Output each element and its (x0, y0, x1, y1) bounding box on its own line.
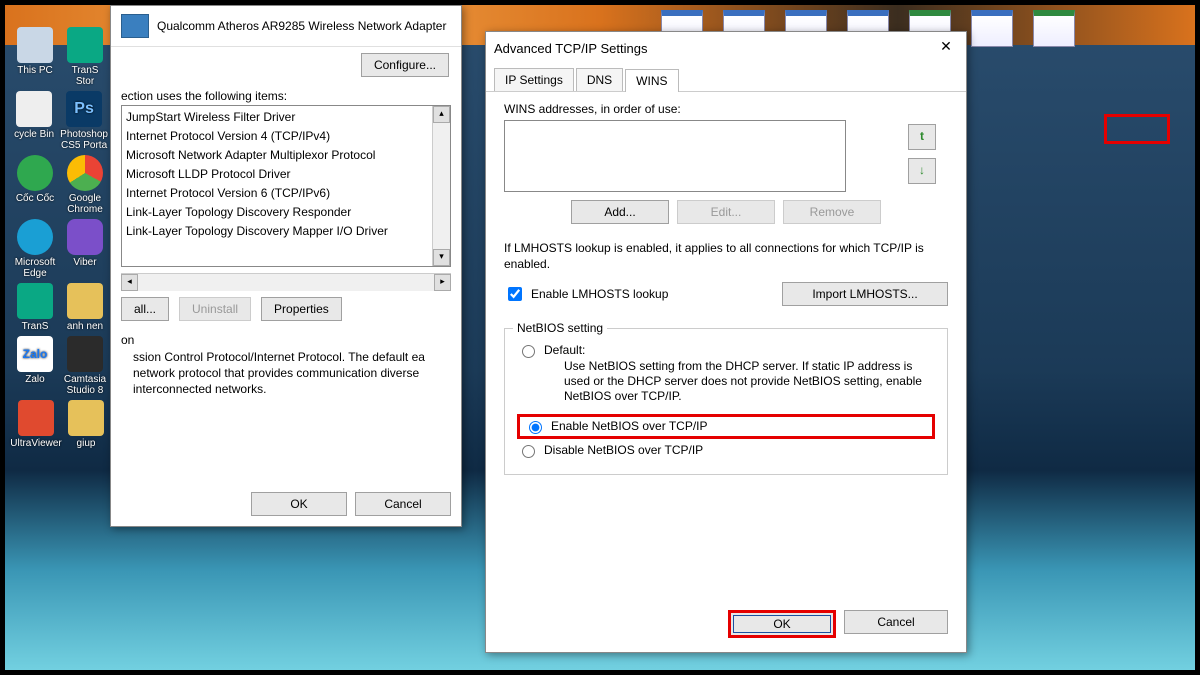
move-up-button[interactable]: t (908, 124, 936, 150)
scroll-right-icon[interactable]: ▸ (434, 274, 451, 291)
desktop-icon-giup[interactable]: giup (64, 400, 108, 449)
desktop-icon-trans[interactable]: TranS Stor (62, 27, 108, 87)
add-button[interactable]: Add... (571, 200, 669, 224)
scroll-left-icon[interactable]: ◂ (121, 274, 138, 291)
import-lmhosts-button[interactable]: Import LMHOSTS... (782, 282, 948, 306)
list-item[interactable]: Internet Protocol Version 4 (TCP/IPv4) (126, 127, 446, 146)
desktop-icon-trans2[interactable]: TranS (12, 283, 58, 332)
netbios-default-desc: Use NetBIOS setting from the DHCP server… (564, 359, 935, 404)
desktop-icons: This PC TranS Stor cycle Bin PsPhotoshop… (10, 25, 110, 451)
lmhosts-note: If LMHOSTS lookup is enabled, it applies… (504, 240, 948, 272)
dialog-title: Advanced TCP/IP Settings (494, 41, 647, 56)
adapter-icon (121, 14, 149, 38)
netbios-default-radio[interactable]: Default: Use NetBIOS setting from the DH… (517, 343, 935, 410)
netbios-disable-radio[interactable]: Disable NetBIOS over TCP/IP (517, 443, 935, 458)
list-item[interactable]: Microsoft LLDP Protocol Driver (126, 165, 446, 184)
list-item[interactable]: Link-Layer Topology Discovery Mapper I/O… (126, 222, 446, 241)
desktop-icon-edge[interactable]: Microsoft Edge (12, 219, 58, 279)
tab-dns[interactable]: DNS (576, 68, 623, 91)
desktop-icon-recycle[interactable]: cycle Bin (12, 91, 56, 151)
list-h-scrollbar[interactable]: ◂ ▸ (121, 273, 451, 291)
enable-lmhosts-input[interactable] (508, 287, 522, 301)
desktop-icon-ultraviewer[interactable]: UltraViewer (12, 400, 60, 449)
desktop-icon-anhnen[interactable]: anh nen (62, 283, 108, 332)
desktop-icon-coccoc[interactable]: Cốc Cốc (12, 155, 58, 215)
edit-button: Edit... (677, 200, 775, 224)
description-text: ssion Control Protocol/Internet Protocol… (111, 347, 461, 403)
tab-strip: IP Settings DNS WINS (486, 64, 966, 92)
connection-items-list[interactable]: JumpStart Wireless Filter Driver Interne… (121, 105, 451, 267)
netbios-group-label: NetBIOS setting (513, 321, 607, 335)
tab-ipsettings[interactable]: IP Settings (494, 68, 574, 91)
desktop-icon-thispc[interactable]: This PC (12, 27, 58, 87)
adv-ok-button[interactable]: OK (728, 610, 836, 638)
desktop-icon-zalo[interactable]: ZaloZalo (12, 336, 58, 396)
list-item[interactable]: Internet Protocol Version 6 (TCP/IPv6) (126, 184, 446, 203)
list-item[interactable]: JumpStart Wireless Filter Driver (126, 108, 446, 127)
remove-button: Remove (783, 200, 881, 224)
description-heading: on (111, 327, 461, 347)
props-cancel-button[interactable]: Cancel (355, 492, 451, 516)
props-ok-button[interactable]: OK (251, 492, 347, 516)
netbios-enable-radio[interactable]: Enable NetBIOS over TCP/IP (517, 414, 935, 439)
close-icon[interactable]: ✕ (934, 38, 958, 58)
wins-address-list[interactable] (504, 120, 846, 192)
uninstall-button: Uninstall (179, 297, 251, 321)
wins-addresses-label: WINS addresses, in order of use: (504, 102, 948, 116)
install-button[interactable]: all... (121, 297, 169, 321)
move-down-button[interactable]: ↓ (908, 158, 936, 184)
adapter-name: Qualcomm Atheros AR9285 Wireless Network… (157, 19, 446, 33)
desktop-icon-photoshop[interactable]: PsPhotoshop CS5 Porta (60, 91, 108, 151)
configure-button[interactable]: Configure... (361, 53, 449, 77)
scroll-down-icon[interactable]: ▾ (433, 249, 450, 266)
desktop-icon-chrome[interactable]: Google Chrome (62, 155, 108, 215)
desktop-icon-viber[interactable]: Viber (62, 219, 108, 279)
advanced-tcpip-dialog: Advanced TCP/IP Settings ✕ IP Settings D… (485, 31, 967, 653)
enable-lmhosts-checkbox[interactable]: Enable LMHOSTS lookup (504, 284, 668, 304)
tab-wins[interactable]: WINS (625, 69, 678, 92)
list-scrollbar[interactable]: ▴ ▾ (432, 106, 450, 266)
desktop-icon-camtasia[interactable]: Camtasia Studio 8 (62, 336, 108, 396)
list-item[interactable]: Link-Layer Topology Discovery Responder (126, 203, 446, 222)
connection-items-label: ection uses the following items: (111, 83, 461, 105)
properties-button[interactable]: Properties (261, 297, 342, 321)
adv-cancel-button[interactable]: Cancel (844, 610, 948, 634)
scroll-up-icon[interactable]: ▴ (433, 106, 450, 123)
network-properties-dialog: Qualcomm Atheros AR9285 Wireless Network… (110, 5, 462, 527)
list-item[interactable]: Microsoft Network Adapter Multiplexor Pr… (126, 146, 446, 165)
